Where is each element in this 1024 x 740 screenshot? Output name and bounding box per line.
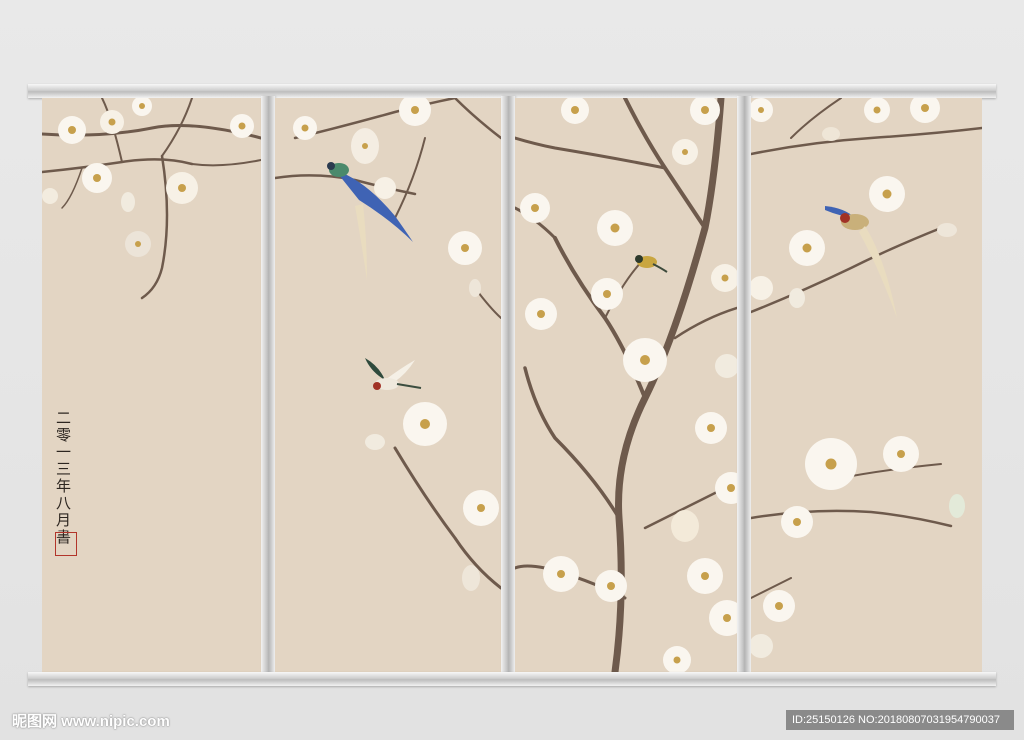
inscription-text: 二零一三年八月書	[56, 409, 72, 546]
panel-3-painting	[515, 98, 737, 672]
red-seal-stamp	[55, 532, 77, 556]
panel-1-painting	[42, 98, 261, 300]
panel-1-blossoms	[42, 98, 254, 257]
frame-post-1	[261, 96, 275, 674]
site-watermark: 昵图网 www.nipic.com	[12, 713, 170, 730]
screen-panel-3	[515, 98, 737, 672]
panel-4-blossoms	[751, 98, 965, 658]
frame-post-3	[737, 96, 751, 674]
panel-2-blossoms	[293, 98, 499, 591]
panel-4-painting	[751, 98, 982, 658]
folding-screen-frame	[28, 84, 996, 686]
bird-blue-long-tail	[327, 162, 413, 280]
frame-bottom-rail	[28, 672, 996, 686]
bird-small-yellow	[635, 255, 668, 273]
frame-post-2	[501, 96, 515, 674]
screen-panel-2	[275, 98, 501, 672]
screen-panel-1	[42, 98, 261, 672]
bird-flying	[365, 358, 422, 390]
screen-panel-4	[751, 98, 982, 672]
panel-3-blossoms	[520, 98, 737, 672]
panel-2-painting	[275, 98, 501, 591]
image-id-watermark: ID:25150126 NO:20180807031954790037	[786, 710, 1014, 730]
